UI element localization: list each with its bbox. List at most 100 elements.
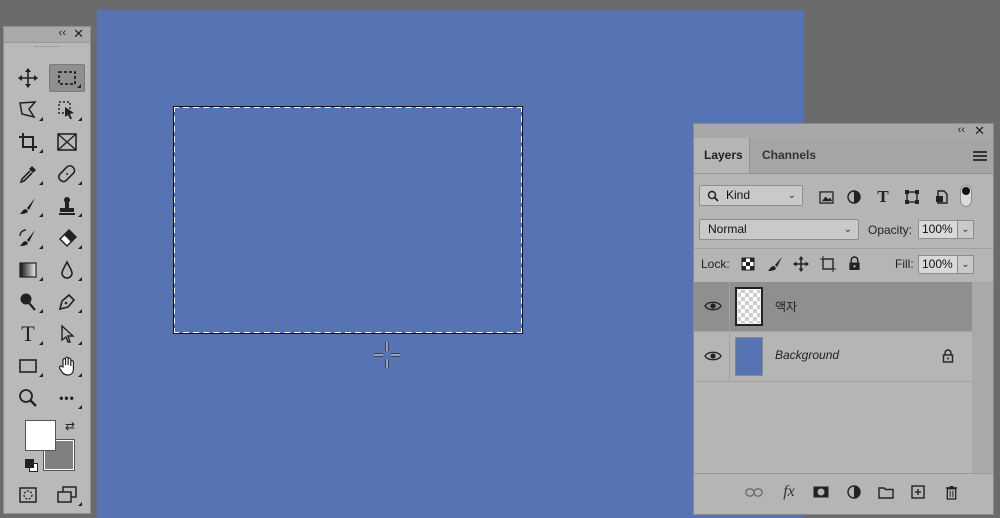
filter-toggle[interactable] [960,185,972,207]
crop-tool[interactable] [10,128,46,156]
dodge-icon [20,293,36,311]
lock-icon [942,349,954,363]
swap-colors-icon[interactable]: ⇄ [65,419,75,433]
blend-mode-value: Normal [708,222,747,236]
fill-dropdown-arrow[interactable]: ⌄ [958,255,974,274]
lock-label: Lock: [701,257,730,271]
collapse-icon[interactable]: ‹‹ [59,27,66,39]
lock-row: Lock: Fill: 100% ⌄ [694,248,993,279]
trash-icon [945,485,957,500]
filter-adjustment-button[interactable] [844,187,864,207]
move-tool[interactable] [10,64,46,92]
screen-mode-button[interactable] [49,481,85,509]
blur-tool[interactable] [49,256,85,284]
filter-shape-button[interactable] [902,187,922,207]
layer-name: Background [775,348,840,362]
close-icon[interactable]: ✕ [73,26,84,42]
zoom-icon [19,389,37,407]
opacity-label: Opacity: [868,223,913,237]
collapse-icon[interactable]: ‹‹ [958,124,965,136]
crosshair-cursor-icon [374,342,400,368]
close-icon[interactable]: ✕ [974,123,985,139]
filter-kind-dropdown[interactable]: Kind ⌄ [699,185,803,206]
arrow-icon [61,324,75,343]
shape-icon [905,190,919,204]
new-layer-button[interactable] [907,482,929,502]
history-brush-tool[interactable] [10,224,46,252]
rectangle-tool[interactable] [10,352,46,380]
pen-tool[interactable] [49,288,85,316]
dodge-tool[interactable] [10,288,46,316]
tab-layers[interactable]: Layers [694,138,750,173]
plus-square-icon [911,485,925,499]
zoom-tool[interactable] [10,384,46,412]
panel-menu-icon[interactable] [973,151,987,163]
gradient-tool[interactable] [10,256,46,284]
eye-icon[interactable] [704,299,722,313]
screen-mode-icon [57,486,77,503]
filter-pixel-button[interactable] [816,187,836,207]
opacity-input[interactable]: 100% [918,220,958,239]
more-tools[interactable]: ••• [49,384,85,412]
rectangle-icon [19,359,37,373]
eye-icon[interactable] [704,349,722,363]
lock-pixels-button[interactable] [766,255,784,273]
filter-smart-object-button[interactable] [932,187,952,207]
lasso-tool[interactable] [10,96,46,124]
clone-stamp-tool[interactable] [49,192,85,220]
layers-panel-header: ‹‹ ✕ [694,123,993,139]
delete-layer-button[interactable] [940,482,962,502]
tab-channels[interactable]: Channels [752,138,826,173]
lock-transparent-button[interactable] [739,255,757,273]
image-icon [818,190,834,204]
tools-panel-grip[interactable] [4,43,90,51]
new-adjustment-layer-button[interactable] [843,482,865,502]
default-colors-icon[interactable] [25,459,38,472]
fill-input[interactable]: 100% [918,255,958,274]
quick-mask-button[interactable] [10,481,46,509]
rectangular-marquee-tool[interactable] [49,64,85,92]
search-icon [707,190,719,202]
new-group-button[interactable] [875,482,897,502]
panel-tabs: Layers Channels [694,138,993,174]
lock-artboard-button[interactable] [819,255,837,273]
stamp-icon [59,197,75,215]
type-icon: T [21,321,35,346]
add-mask-button[interactable] [810,482,832,502]
foreground-color-swatch[interactable] [25,420,56,451]
brush-icon [20,198,35,214]
bandage-icon [57,164,76,183]
lock-all-button[interactable] [845,254,863,272]
artboard-icon [820,256,836,272]
layer-row-frame[interactable]: 액자 [694,282,972,332]
blend-mode-dropdown[interactable]: Normal ⌄ [699,219,859,240]
filter-type-button[interactable]: T [873,187,893,207]
eraser-tool[interactable] [49,224,85,252]
folder-icon [878,486,894,499]
move-icon [18,68,38,88]
chevron-down-icon: ⌄ [843,224,852,235]
layer-filter-row: Kind ⌄ T [694,182,993,212]
healing-brush-tool[interactable] [49,160,85,188]
eraser-icon [58,228,78,248]
drop-icon [61,260,73,279]
opacity-dropdown-arrow[interactable]: ⌄ [958,220,974,239]
object-selection-tool[interactable] [49,96,85,124]
type-tool[interactable]: T [10,320,46,348]
ellipsis-icon: ••• [59,391,75,405]
lock-position-button[interactable] [792,255,810,273]
link-icon [745,487,763,497]
eyedropper-tool[interactable] [10,160,46,188]
layer-style-button[interactable]: fx [778,482,800,502]
tools-panel-header: ‹‹ ✕ [4,26,90,43]
path-selection-tool[interactable] [49,320,85,348]
frame-tool[interactable] [49,128,85,156]
brush-tool[interactable] [10,192,46,220]
selection-marquee [173,106,523,334]
hand-tool[interactable] [49,352,85,380]
link-layers-button[interactable] [743,482,765,502]
layers-scrollbar[interactable] [972,282,993,474]
mask-icon [813,486,829,498]
layer-row-background[interactable]: Background [694,332,972,382]
marquee-icon [58,71,76,85]
